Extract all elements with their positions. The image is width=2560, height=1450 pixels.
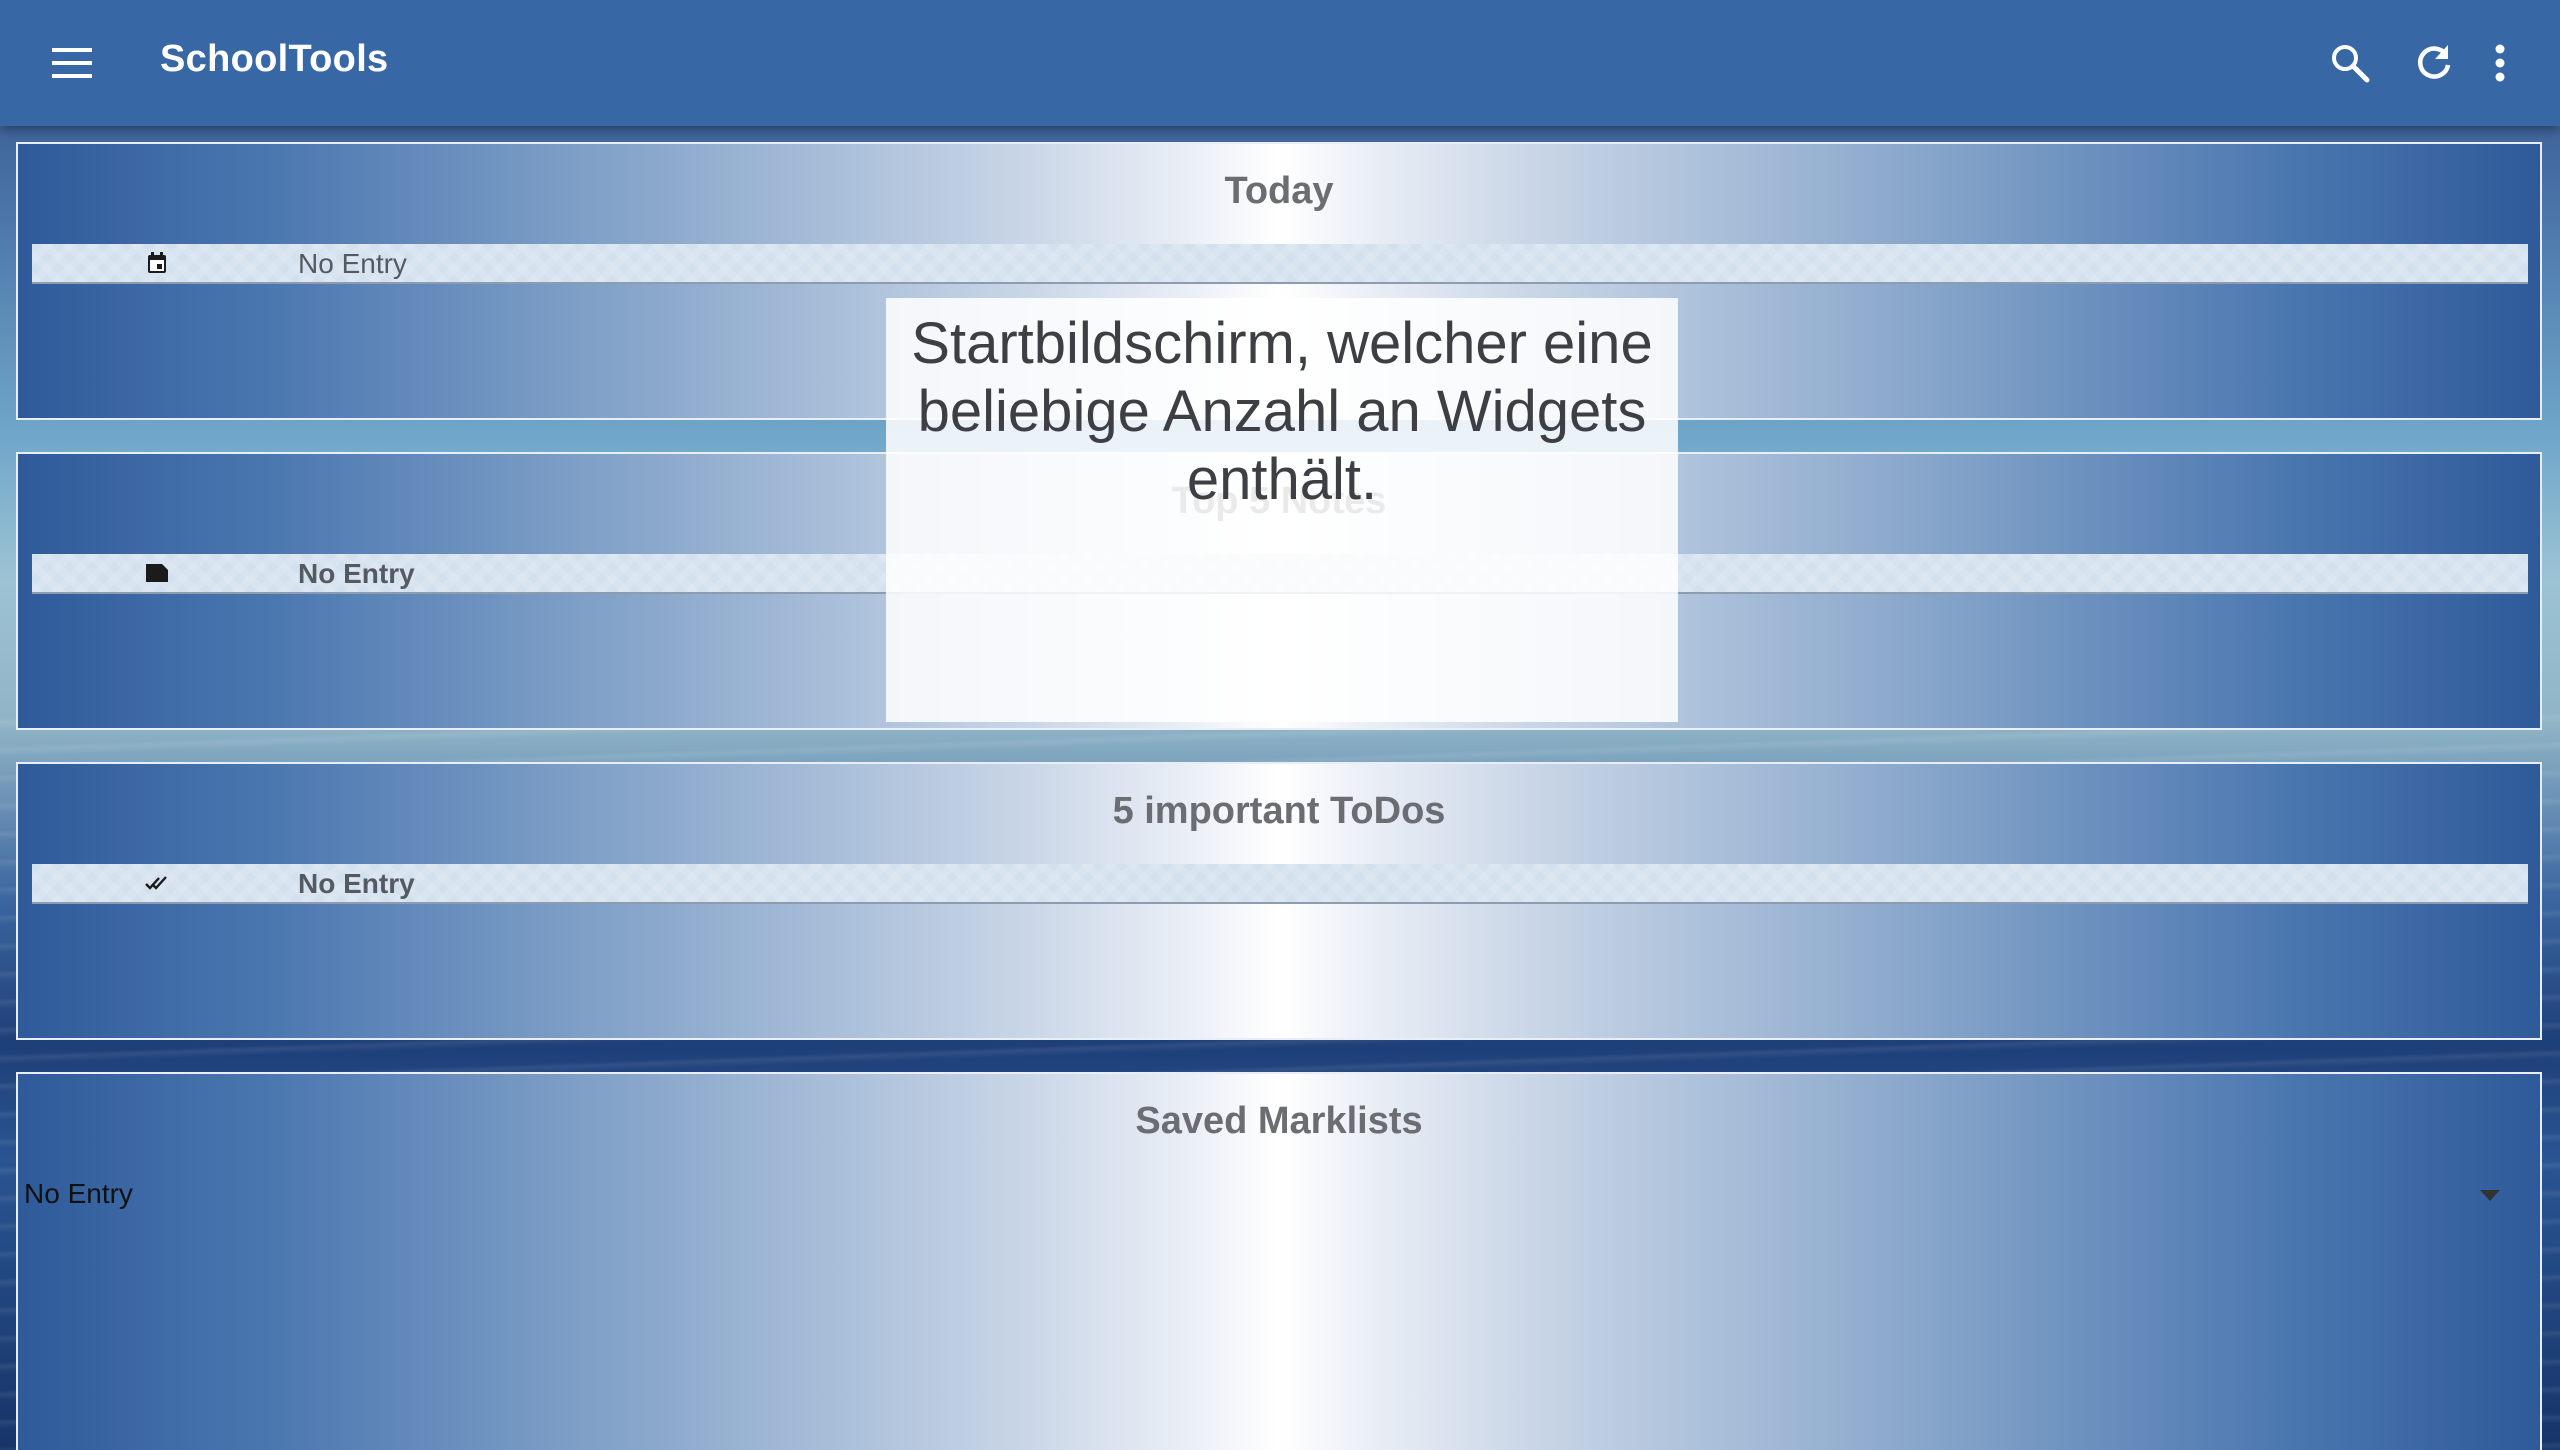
widget-title: Today (1224, 170, 1334, 212)
entry-text: No Entry (298, 248, 407, 279)
marklist-select[interactable]: No Entry (24, 1172, 2506, 1220)
marklist-selected-value: No Entry (24, 1178, 133, 1209)
entry-text: No Entry (298, 558, 415, 589)
widget-todos: 5 important ToDos No Entry (16, 762, 2542, 1040)
info-overlay: Startbildschirm, welcher eine beliebige … (886, 298, 1678, 722)
refresh-button[interactable] (2402, 31, 2466, 95)
widget-marklists: Saved Marklists No Entry (16, 1072, 2542, 1450)
widget-title: Saved Marklists (1135, 1100, 1423, 1142)
list-item[interactable]: No Entry (32, 864, 2528, 904)
entry-text: No Entry (298, 868, 415, 899)
more-options-button[interactable] (2468, 31, 2532, 95)
list-item[interactable]: No Entry (32, 244, 2528, 284)
more-vert-icon (2495, 44, 2505, 82)
dropdown-arrow-icon[interactable] (2478, 1184, 2502, 1208)
note-icon (144, 560, 170, 586)
search-icon (2332, 45, 2370, 83)
calendar-icon (144, 250, 170, 276)
app-title: SchoolTools (160, 38, 389, 80)
overlay-text: Startbildschirm, welcher eine beliebige … (911, 311, 1653, 512)
app-bar: SchoolTools (0, 0, 2560, 126)
search-button[interactable] (2318, 31, 2382, 95)
refresh-icon (2418, 45, 2451, 79)
done-all-icon (144, 870, 170, 896)
menu-icon (52, 48, 92, 78)
menu-button[interactable] (40, 31, 104, 95)
widget-title: 5 important ToDos (1112, 790, 1446, 832)
